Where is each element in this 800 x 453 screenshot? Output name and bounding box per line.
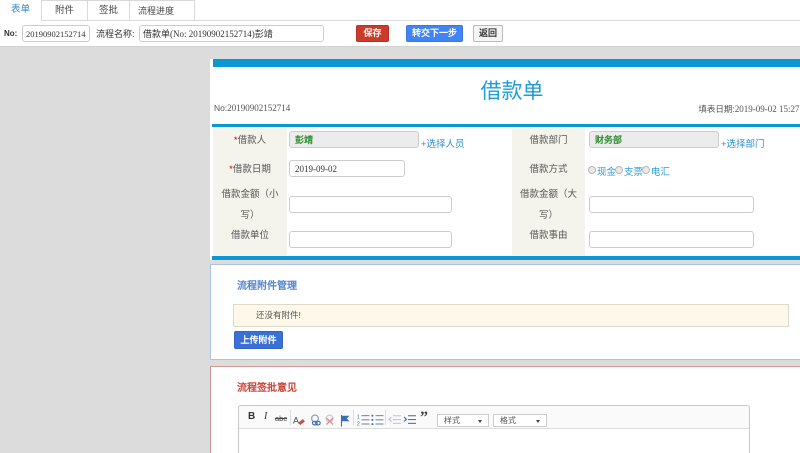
svg-text:1: 1 xyxy=(357,415,360,421)
svg-text:2: 2 xyxy=(357,422,360,428)
svg-text:A: A xyxy=(293,416,299,426)
